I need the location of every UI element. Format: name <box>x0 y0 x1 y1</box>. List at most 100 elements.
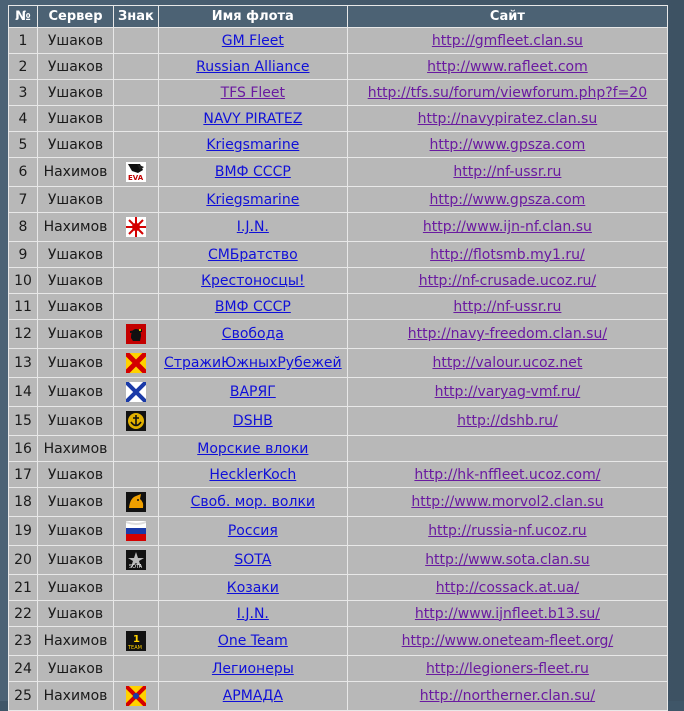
site-link[interactable]: http://www.gpsza.com <box>430 192 586 208</box>
site-link[interactable]: http://navy-freedom.clan.su/ <box>408 326 607 342</box>
emblem-cell <box>114 436 158 461</box>
fleet-name-cell: СтражиЮжныхРубежей <box>158 349 347 377</box>
fleet-name-cell: Свобода <box>158 320 347 348</box>
site-cell: http://dshb.ru/ <box>347 407 667 435</box>
emblem-cell <box>114 517 158 545</box>
site-link[interactable]: http://russia-nf.ucoz.ru <box>428 523 586 539</box>
site-link[interactable]: http://nf-ussr.ru <box>453 299 561 315</box>
fleet-name-link[interactable]: ВАРЯГ <box>230 384 276 400</box>
fleet-name-link[interactable]: Козаки <box>227 580 279 596</box>
row-number: 16 <box>9 436 37 461</box>
site-cell: http://flotsmb.my1.ru/ <box>347 242 667 267</box>
row-number: 23 <box>9 627 37 655</box>
site-link[interactable]: http://legioners-fleet.ru <box>426 661 589 677</box>
header-emblem: Знак <box>114 6 158 27</box>
emblem-cell <box>114 242 158 267</box>
fleet-name-link[interactable]: Морские влоки <box>197 441 308 457</box>
fleet-name-cell: СМБратство <box>158 242 347 267</box>
site-link[interactable]: http://northerner.clan.su/ <box>420 688 595 704</box>
fleet-name-link[interactable]: АРМАДА <box>223 688 283 704</box>
table-row: 20 Ушаков SOTA SOTA http://www.sota.clan.su <box>9 546 667 574</box>
site-link[interactable]: http://www.morvol2.clan.su <box>411 494 603 510</box>
fleet-name-link[interactable]: GM Fleet <box>222 33 284 49</box>
fleet-name-cell: I.J.N. <box>158 213 347 241</box>
site-link[interactable]: http://flotsmb.my1.ru/ <box>430 247 585 263</box>
emblem-cell <box>114 80 158 105</box>
table-header-row: № Сервер Знак Имя флота Сайт <box>9 6 667 27</box>
anchor-badge-icon <box>125 411 146 431</box>
site-link[interactable]: http://www.sota.clan.su <box>425 552 589 568</box>
server-name: Ушаков <box>38 601 113 626</box>
wolf-head-icon <box>125 492 146 512</box>
fleet-name-link[interactable]: СтражиЮжныхРубежей <box>164 355 342 371</box>
server-name: Нахимов <box>38 158 113 186</box>
fleet-name-link[interactable]: NAVY PIRATEZ <box>203 111 302 127</box>
site-link[interactable]: http://www.ijn-nf.clan.su <box>423 219 592 235</box>
site-link[interactable]: http://varyag-vmf.ru/ <box>435 384 581 400</box>
site-link[interactable]: http://tfs.su/forum/viewforum.php?f=20 <box>368 85 647 101</box>
site-link[interactable]: http://navypiratez.clan.su <box>418 111 598 127</box>
fleet-name-cell: Козаки <box>158 575 347 600</box>
emblem-cell <box>114 187 158 212</box>
site-link[interactable]: http://www.oneteam-fleet.org/ <box>402 633 614 649</box>
server-name: Нахимов <box>38 682 113 710</box>
fleet-name-cell: Россия <box>158 517 347 545</box>
fleet-name-link[interactable]: Kriegsmarine <box>206 137 299 153</box>
fleet-name-link[interactable]: DSHB <box>233 413 273 429</box>
row-number: 25 <box>9 682 37 710</box>
server-name: Ушаков <box>38 320 113 348</box>
table-row: 22 Ушаков I.J.N. http://www.ijnfleet.b13.su… <box>9 601 667 626</box>
table-row: 6 Нахимов EVA ВМФ СССР http://nf-ussr.ru <box>9 158 667 186</box>
fleet-name-cell: NAVY PIRATEZ <box>158 106 347 131</box>
fleet-name-cell: ВАРЯГ <box>158 378 347 406</box>
fleet-name-link[interactable]: Своб. мор. волки <box>191 494 315 510</box>
fleet-name-link[interactable]: Kriegsmarine <box>206 192 299 208</box>
eva-emblem-icon: EVA <box>125 162 146 182</box>
site-link[interactable]: http://www.rafleet.com <box>427 59 588 75</box>
emblem-cell <box>114 268 158 293</box>
row-number: 15 <box>9 407 37 435</box>
server-name: Нахимов <box>38 627 113 655</box>
site-link[interactable]: http://gmfleet.clan.su <box>432 33 583 49</box>
emblem-cell <box>114 378 158 406</box>
emblem-cell <box>114 601 158 626</box>
sota-badge-icon: SOTA <box>125 550 146 570</box>
fleet-name-link[interactable]: Легионеры <box>212 661 294 677</box>
fleet-name-link[interactable]: I.J.N. <box>237 606 269 622</box>
site-link[interactable]: http://nf-ussr.ru <box>453 164 561 180</box>
site-link[interactable]: http://nf-crusade.ucoz.ru/ <box>419 273 596 289</box>
fleet-name-link[interactable]: Russian Alliance <box>196 59 309 75</box>
table-row: 9 Ушаков СМБратство http://flotsmb.my1.ru/ <box>9 242 667 267</box>
site-link[interactable]: http://www.ijnfleet.b13.su/ <box>415 606 600 622</box>
fleet-name-link[interactable]: Россия <box>228 523 278 539</box>
site-link[interactable]: http://www.gpsza.com <box>430 137 586 153</box>
fleet-name-link[interactable]: HecklerKoch <box>209 467 296 483</box>
fleet-name-link[interactable]: ВМФ СССР <box>215 164 291 180</box>
fleet-name-cell: TFS Fleet <box>158 80 347 105</box>
table-row: 2 Ушаков Russian Alliance http://www.raflee… <box>9 54 667 79</box>
site-cell: http://tfs.su/forum/viewforum.php?f=20 <box>347 80 667 105</box>
site-link[interactable]: http://dshb.ru/ <box>457 413 558 429</box>
emblem-cell <box>114 294 158 319</box>
fleet-name-link[interactable]: ВМФ СССР <box>215 299 291 315</box>
server-name: Ушаков <box>38 28 113 53</box>
table-row: 24 Ушаков Легионеры http://legioners-fleet.… <box>9 656 667 681</box>
fleet-name-link[interactable]: Крестоносцы! <box>201 273 304 289</box>
site-link[interactable]: http://valour.ucoz.net <box>432 355 582 371</box>
emblem-cell <box>114 132 158 157</box>
site-cell: http://hk-nffleet.ucoz.com/ <box>347 462 667 487</box>
site-link[interactable]: http://cossack.at.ua/ <box>436 580 579 596</box>
fleet-name-link[interactable]: TFS Fleet <box>221 85 285 101</box>
fleet-name-link[interactable]: One Team <box>218 633 288 649</box>
row-number: 24 <box>9 656 37 681</box>
one-team-badge-icon: 1 TEAM <box>125 631 146 651</box>
fleet-name-link[interactable]: I.J.N. <box>237 219 269 235</box>
fleet-name-link[interactable]: СМБратство <box>208 247 298 263</box>
site-cell: http://russia-nf.ucoz.ru <box>347 517 667 545</box>
server-name: Ушаков <box>38 242 113 267</box>
one-team-numeral: 1 <box>133 634 140 645</box>
fleet-name-link[interactable]: Свобода <box>222 326 284 342</box>
table-row: 3 Ушаков TFS Fleet http://tfs.su/forum/view… <box>9 80 667 105</box>
fleet-name-link[interactable]: SOTA <box>234 552 271 568</box>
site-link[interactable]: http://hk-nffleet.ucoz.com/ <box>414 467 600 483</box>
